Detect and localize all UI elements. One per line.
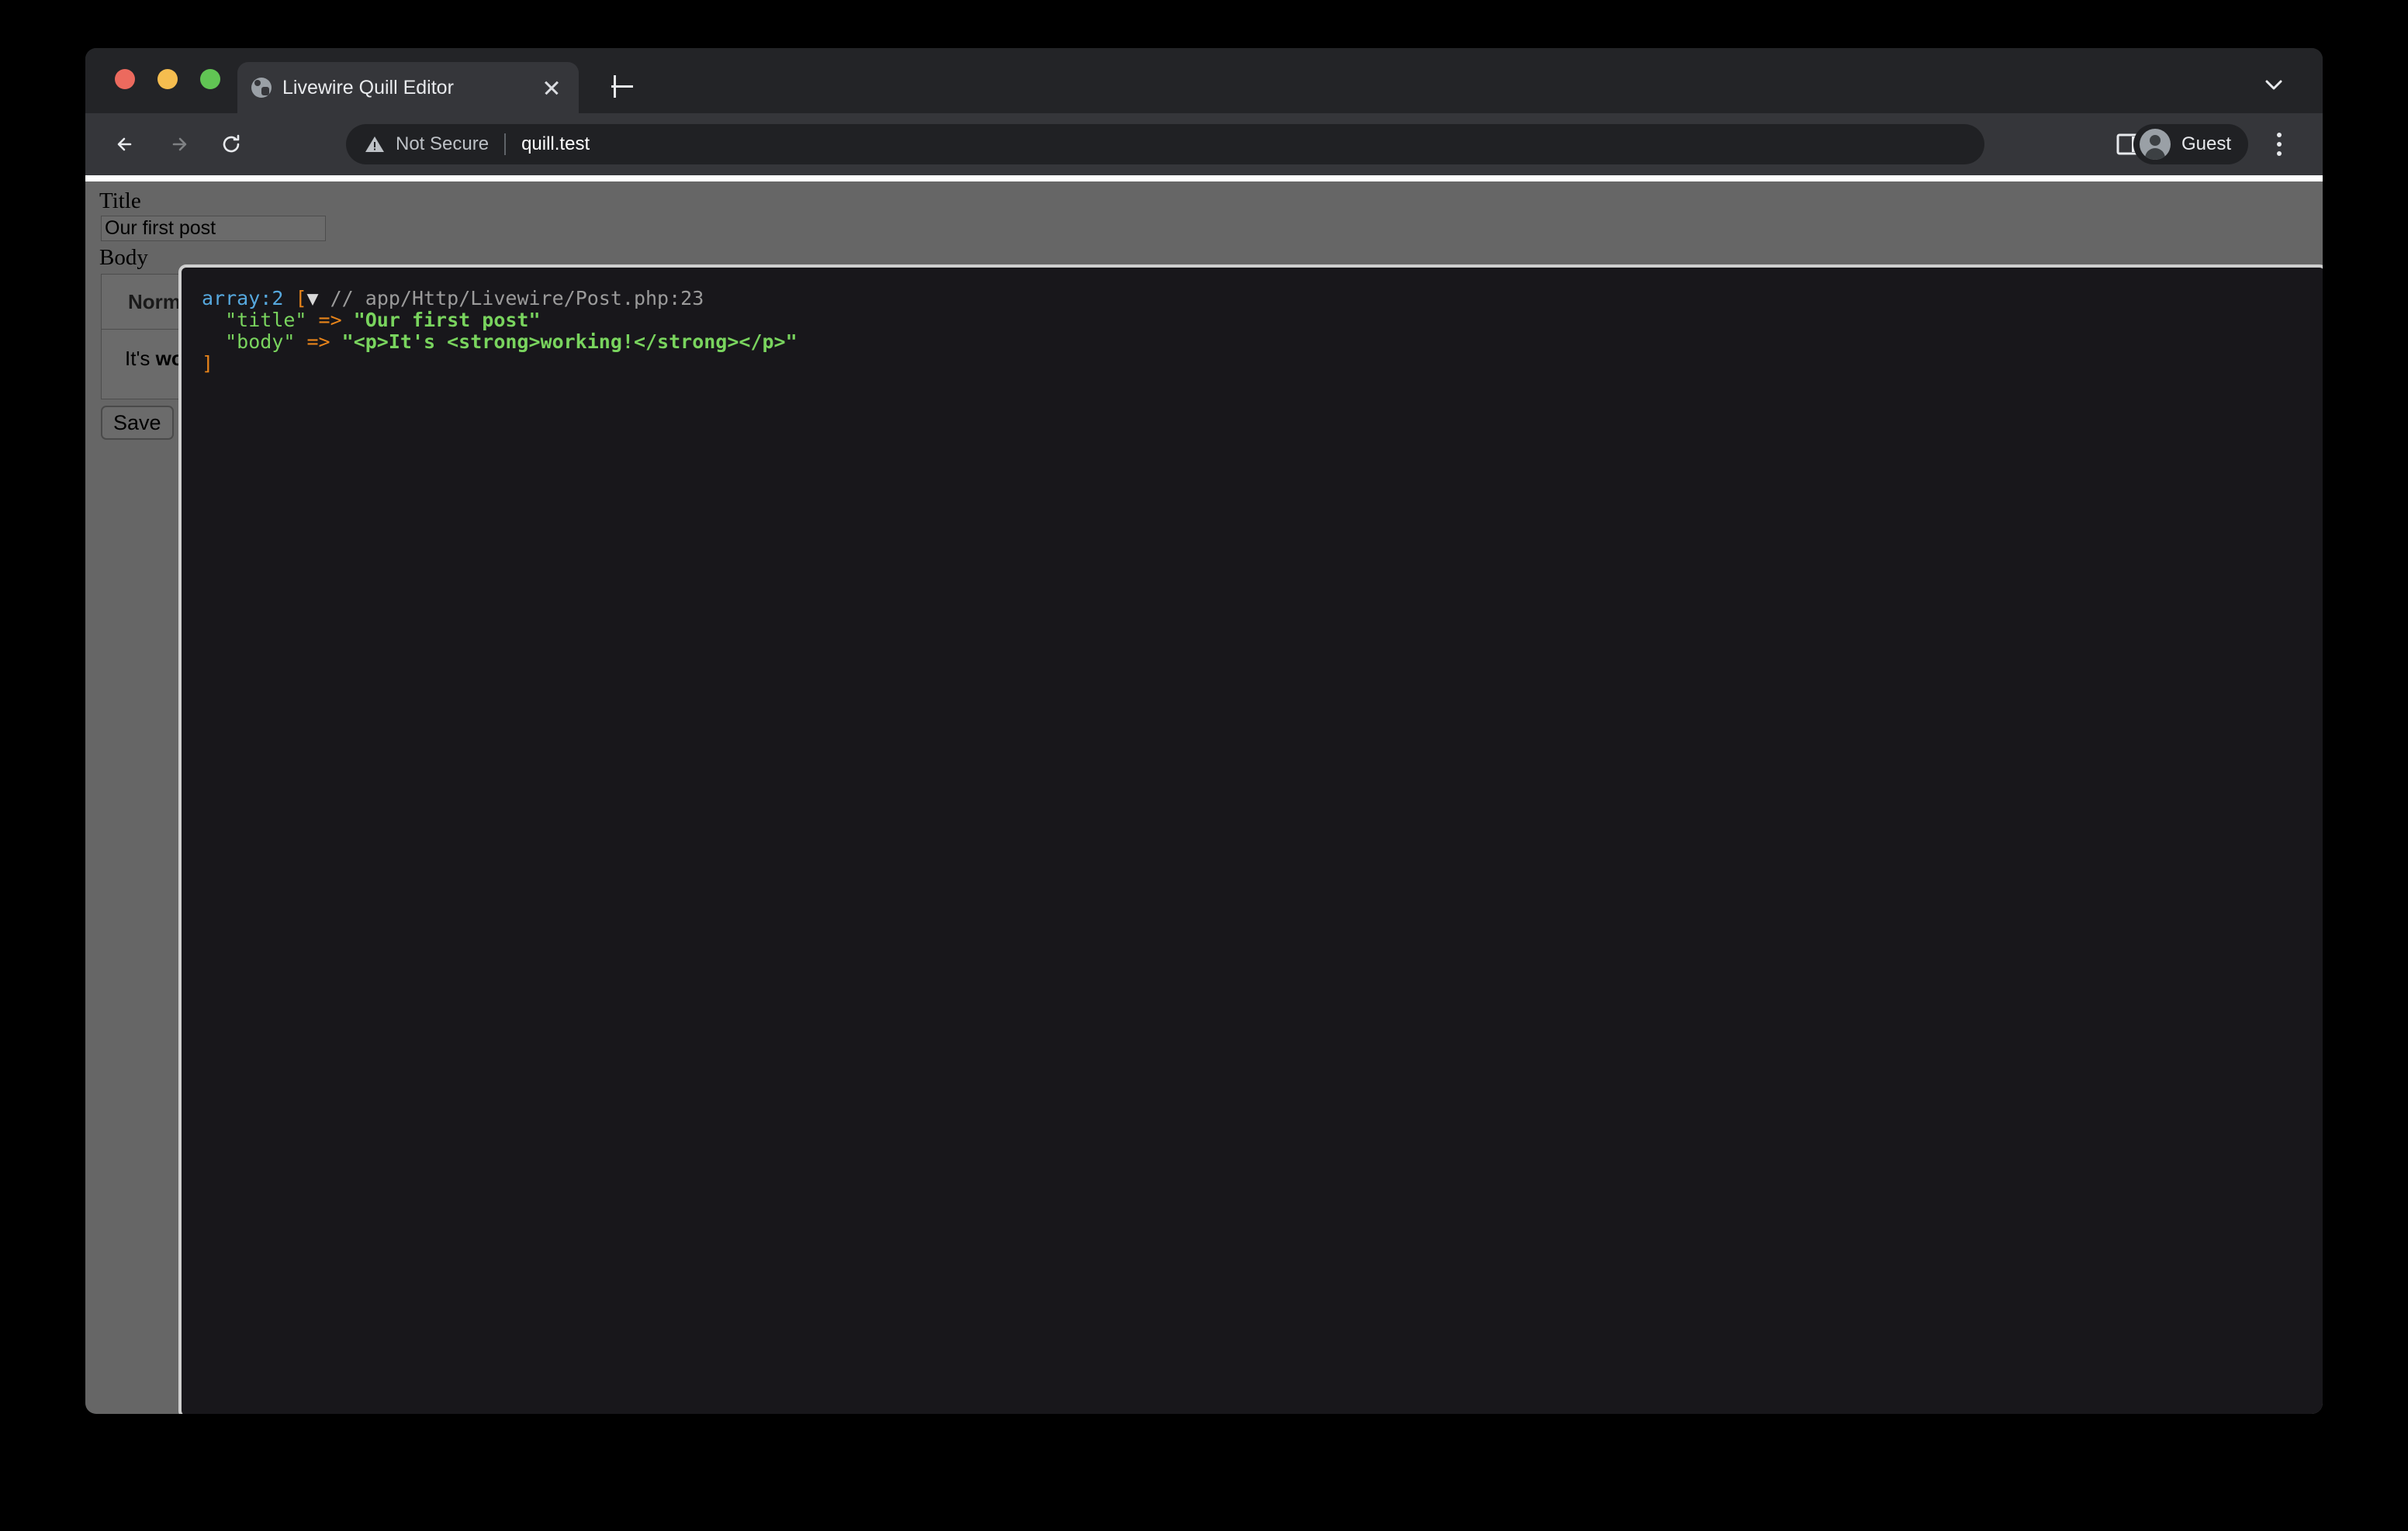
browser-window: Livewire Quill Editor Not Secure quill.t… (85, 48, 2323, 1414)
window-minimize-button[interactable] (157, 69, 178, 89)
dump-value-title: "Our first post" (353, 309, 541, 331)
warning-triangle-icon[interactable] (365, 134, 385, 154)
browser-tab-active[interactable]: Livewire Quill Editor (237, 62, 579, 113)
dump-value-body: "<p>It's <strong>working!</strong></p>" (341, 330, 797, 353)
tab-title: Livewire Quill Editor (282, 76, 454, 98)
profile-name: Guest (2181, 133, 2231, 154)
dump-array-label: array: (202, 287, 272, 309)
title-input[interactable] (101, 216, 326, 241)
title-field-label: Title (99, 188, 141, 213)
page-viewport: Title Body Normal It's working! Save arr… (85, 181, 2323, 1414)
profile-button[interactable]: Guest (2133, 124, 2248, 164)
url-text: quill.test (521, 133, 590, 154)
dump-arrow-body: => (306, 330, 330, 353)
person-avatar-icon (2139, 129, 2171, 160)
dump-toggle-icon[interactable]: ▼ (307, 287, 319, 309)
dump-arrow-title: => (318, 309, 342, 331)
dump-open-bracket: [ (295, 287, 307, 309)
save-button[interactable]: Save (101, 406, 174, 440)
back-arrow-icon[interactable] (104, 123, 147, 166)
dump-source-note: // app/Http/Livewire/Post.php:23 (330, 287, 704, 309)
dump-close-bracket: ] (202, 352, 214, 375)
new-tab-button[interactable] (604, 68, 641, 105)
window-zoom-button[interactable] (200, 69, 220, 89)
globe-icon (251, 78, 272, 98)
traffic-lights (115, 69, 220, 89)
var-dump-output[interactable]: array:2 [▼ // app/Http/Livewire/Post.php… (182, 268, 2323, 375)
dump-array-count: 2 (272, 287, 284, 309)
reload-icon[interactable] (209, 123, 253, 166)
dump-key-body: "body" (225, 330, 296, 353)
window-close-button[interactable] (115, 69, 135, 89)
dump-key-title: "title" (225, 309, 307, 331)
address-bar[interactable]: Not Secure quill.test (346, 124, 1984, 164)
omnibox-divider (504, 133, 507, 155)
browser-toolbar: Not Secure quill.test Guest (85, 113, 2323, 175)
security-status-text: Not Secure (396, 133, 490, 154)
chevron-down-icon[interactable] (2261, 71, 2287, 98)
tab-strip: Livewire Quill Editor (85, 48, 2323, 113)
page-top-separator (85, 175, 2323, 181)
close-icon[interactable] (538, 74, 565, 101)
quill-text-plain: It's (125, 347, 156, 370)
forward-arrow-icon (157, 123, 200, 166)
three-dot-menu-icon[interactable] (2264, 129, 2295, 160)
var-dump-panel: array:2 [▼ // app/Http/Livewire/Post.php… (178, 264, 2323, 1414)
